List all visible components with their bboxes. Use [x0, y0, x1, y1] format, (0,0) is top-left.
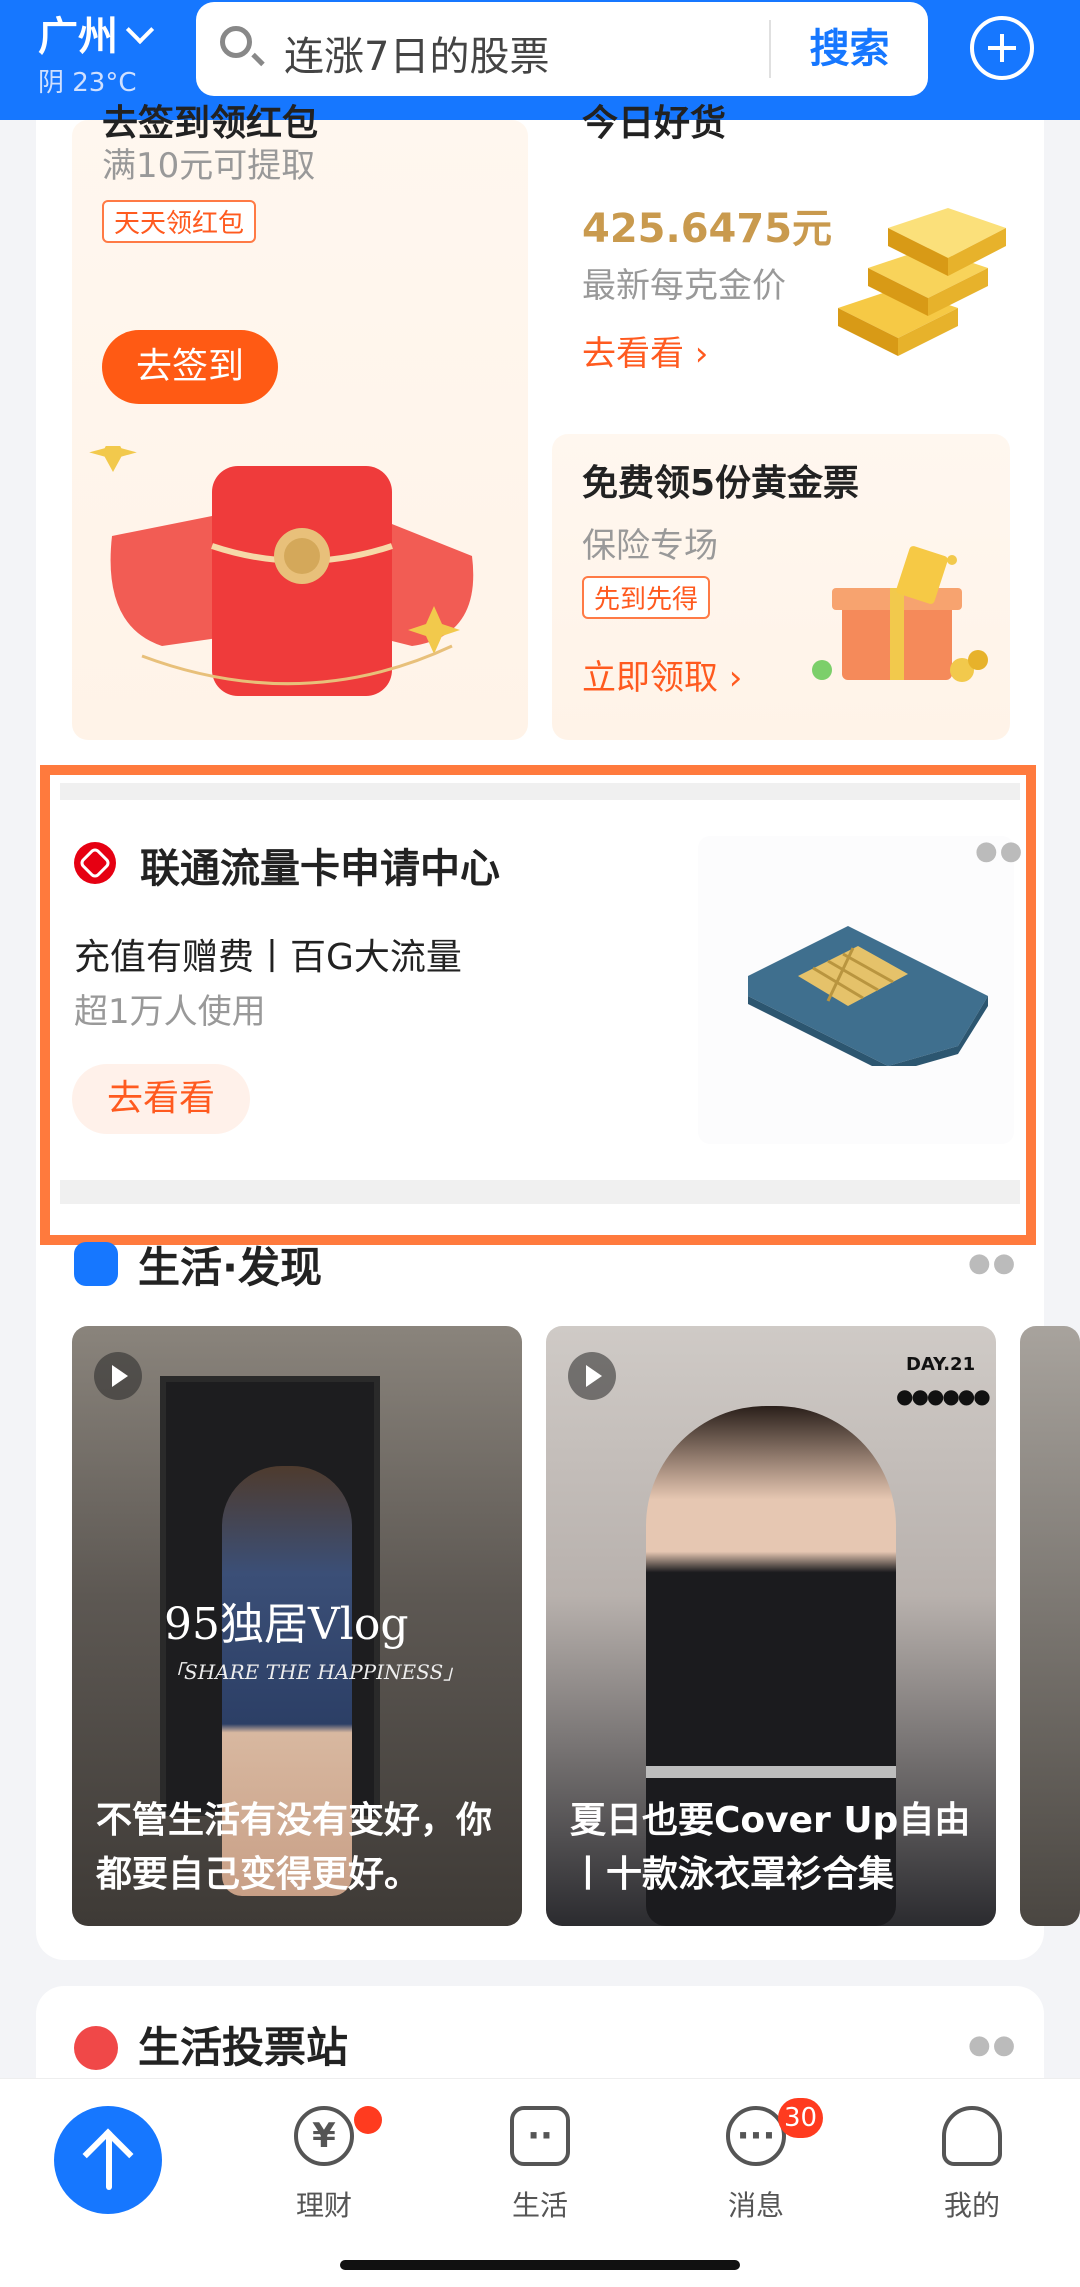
city-selector[interactable]: 广州: [38, 4, 155, 62]
video-card-3[interactable]: [1020, 1326, 1080, 1926]
life-discover-icon: [74, 1242, 118, 1286]
unicom-logo-icon: [74, 842, 116, 884]
gold-link-label: 去看看: [582, 334, 684, 374]
sim-card-image: [698, 836, 1014, 1144]
search-icon: [220, 26, 252, 58]
video-1-caption: 不管生活有没有变好，你都要自己变得更好。: [96, 1800, 493, 1895]
life-icon: ··: [510, 2106, 570, 2166]
tab-mine-label: 我的: [943, 2189, 1000, 2222]
gold-bars-icon: [838, 208, 1006, 356]
play-icon[interactable]: [568, 1352, 616, 1400]
ad-users: 超1万人使用: [74, 992, 266, 1032]
user-icon: [942, 2106, 1002, 2166]
chevron-down-icon: [125, 15, 155, 45]
waist-band: [646, 1766, 896, 1778]
gold-subtitle: 最新每克金价: [582, 266, 786, 306]
city-label: 广州: [38, 14, 118, 60]
tab-wealth-label: 理财: [295, 2189, 352, 2222]
ticket-link[interactable]: 立即领取 ›: [582, 650, 742, 699]
ad-title: 联通流量卡申请中心: [140, 846, 500, 892]
video-card-1[interactable]: 95独居Vlog 「SHARE THE HAPPINESS」 不管生活有没有变好…: [72, 1326, 522, 1926]
chat-icon: ···: [726, 2106, 786, 2166]
search-bar[interactable]: 连涨7日的股票 搜索: [196, 2, 928, 96]
video-2-caption: 夏日也要Cover Up自由丨十款泳衣罩衫合集: [570, 1800, 971, 1895]
gold-price: 425.6475元: [582, 206, 833, 252]
scroll-top-icon[interactable]: [54, 2106, 162, 2214]
tab-messages-label: 消息: [727, 2189, 784, 2222]
wealth-badge-dot: [354, 2106, 382, 2134]
search-input[interactable]: 连涨7日的股票: [284, 24, 549, 82]
home-indicator: [340, 2260, 740, 2270]
vote-icon: [74, 2026, 118, 2070]
gift-box-icon: [812, 546, 988, 682]
gold-title: 今日好货: [582, 103, 727, 144]
signin-subtitle: 满10元可提取: [102, 146, 316, 186]
tab-life[interactable]: ·· 生活: [470, 2106, 610, 2256]
video-1-overlay-title: 95独居Vlog: [164, 1599, 409, 1650]
add-icon[interactable]: [970, 16, 1034, 80]
red-envelope-icon: [89, 446, 474, 696]
ticket-link-label: 立即领取: [582, 658, 718, 698]
ad-subtitle: 充值有赠费丨百G大流量: [74, 937, 462, 978]
ticket-title: 免费领5份黄金票: [582, 463, 860, 504]
ad-more-icon[interactable]: ●●: [975, 836, 1024, 866]
tab-messages[interactable]: ··· 消息 30: [686, 2098, 826, 2256]
video-card-2[interactable]: DAY.21 ●●●●●● 夏日也要Cover Up自由丨十款泳衣罩衫合集: [546, 1326, 996, 1926]
tab-mine[interactable]: 我的: [902, 2106, 1042, 2256]
signin-tag: 天天领红包: [102, 200, 257, 243]
vote-more-icon[interactable]: ●●: [968, 2030, 1017, 2060]
gold-ticket-promo[interactable]: 免费领5份黄金票 保险专场 先到先得 立即领取 ›: [552, 434, 1010, 740]
sim-card-icon: [748, 926, 988, 1066]
video-2-dots-icon: ●●●●●●: [896, 1384, 991, 1408]
video-1-overlay-sub: 「SHARE THE HAPPINESS」: [164, 1660, 464, 1684]
life-more-icon[interactable]: ●●: [968, 1248, 1017, 1278]
ticket-tag: 先到先得: [582, 576, 711, 619]
message-count-badge: 30: [778, 2098, 824, 2138]
signin-promo[interactable]: 去签到领红包 满10元可提取 天天领红包 去签到: [72, 103, 528, 740]
tab-life-label: 生活: [511, 2189, 568, 2222]
video-2-day-label: DAY.21: [906, 1354, 976, 1375]
life-section-title: 生活·发现: [138, 1243, 322, 1292]
yuan-icon: ¥: [294, 2106, 354, 2166]
tab-wealth[interactable]: ¥ 理财: [254, 2106, 394, 2256]
gold-promo[interactable]: 今日好货 425.6475元 最新每克金价 去看看 ›: [552, 103, 1010, 412]
play-icon[interactable]: [94, 1352, 142, 1400]
ad-view-button[interactable]: 去看看: [72, 1064, 250, 1134]
signin-button[interactable]: 去签到: [102, 330, 278, 404]
search-button[interactable]: 搜索: [771, 2, 928, 96]
gold-link[interactable]: 去看看 ›: [582, 326, 708, 375]
ticket-subtitle: 保险专场: [582, 526, 718, 566]
vote-title: 生活投票站: [138, 2023, 349, 2072]
